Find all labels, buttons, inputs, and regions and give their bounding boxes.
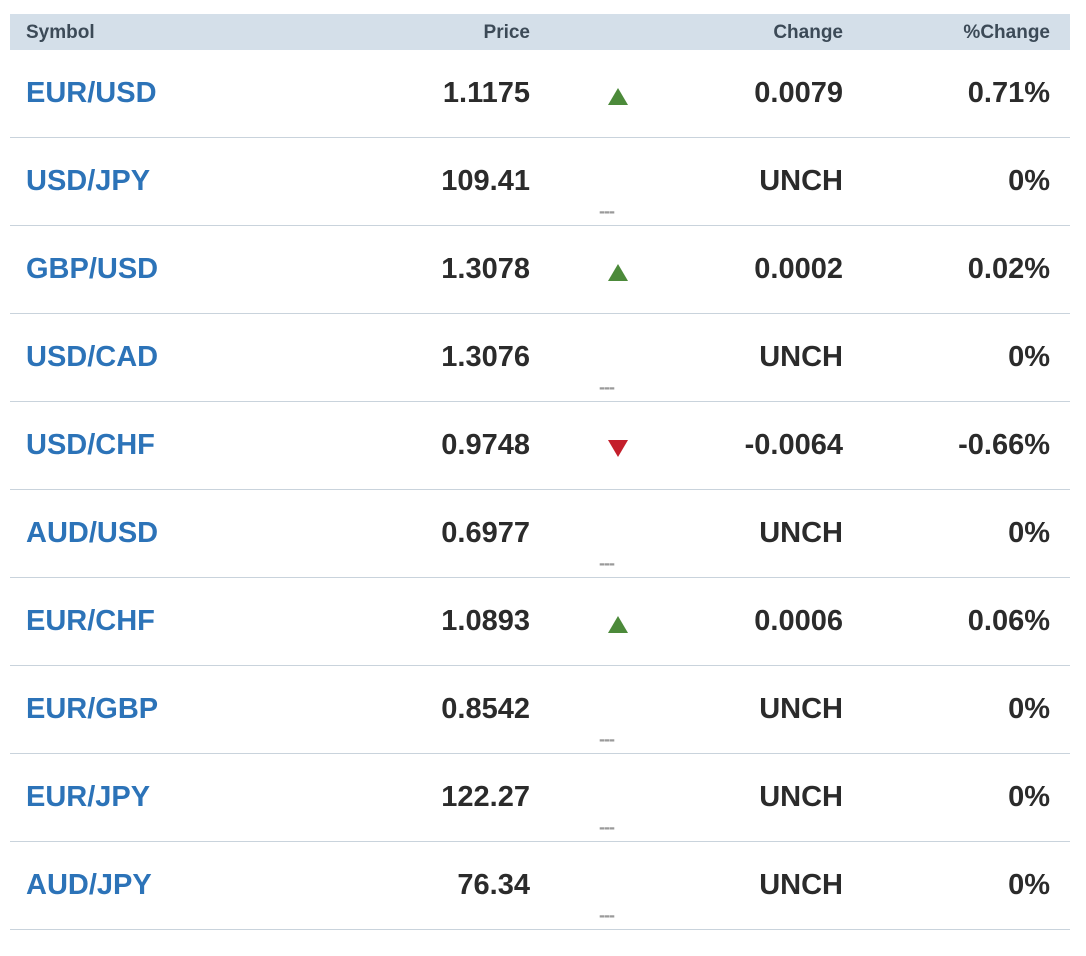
triangle-down-icon (608, 440, 628, 457)
change-direction-indicator (596, 50, 640, 137)
table-row: USD/JPY 109.41 --- UNCH 0% (10, 138, 1070, 226)
pct-change-value: 0.71% (967, 77, 1050, 109)
price-value: 109.41 (441, 165, 530, 197)
pct-change-value: -0.66% (958, 429, 1050, 461)
table-row: EUR/JPY 122.27 --- UNCH 0% (10, 754, 1070, 842)
header-change[interactable]: Change (640, 14, 843, 50)
symbol-link[interactable]: EUR/JPY (26, 754, 326, 841)
unchanged-dash-icon: --- (599, 729, 615, 749)
price-value: 1.0893 (441, 605, 530, 637)
price-value: 0.8542 (441, 693, 530, 725)
price-value: 1.1175 (442, 77, 530, 109)
pct-change-value: 0% (1008, 341, 1050, 373)
header-pct-change[interactable]: %Change (850, 14, 1050, 50)
change-value: UNCH (759, 517, 843, 549)
price-value: 1.3078 (441, 253, 530, 285)
symbol-link[interactable]: EUR/USD (26, 50, 326, 137)
price-value: 1.3076 (441, 341, 530, 373)
change-direction-indicator: --- (596, 138, 640, 225)
table-header-row: Symbol Price Change %Change (10, 14, 1070, 50)
unchanged-dash-icon: --- (599, 817, 615, 837)
table-body: EUR/USD 1.1175 0.0079 0.71% USD/JPY 109.41 ---… (10, 50, 1070, 930)
change-value: UNCH (759, 869, 843, 901)
symbol-link[interactable]: GBP/USD (26, 226, 326, 313)
table-row: USD/CAD 1.3076 --- UNCH 0% (10, 314, 1070, 402)
symbol-link[interactable]: USD/CAD (26, 314, 326, 401)
change-value: 0.0006 (754, 605, 843, 637)
change-direction-indicator: --- (596, 314, 640, 401)
change-value: -0.0064 (744, 429, 843, 461)
triangle-up-icon (608, 88, 628, 105)
table-row: AUD/USD 0.6977 --- UNCH 0% (10, 490, 1070, 578)
change-direction-indicator: --- (596, 490, 640, 577)
unchanged-dash-icon: --- (599, 201, 615, 221)
pct-change-value: 0% (1008, 693, 1050, 725)
change-value: UNCH (759, 165, 843, 197)
price-value: 76.34 (457, 869, 530, 901)
price-value: 0.9748 (441, 429, 530, 461)
symbol-link[interactable]: USD/CHF (26, 402, 326, 489)
change-direction-indicator: --- (596, 842, 640, 929)
pct-change-value: 0.06% (967, 605, 1050, 637)
change-direction-indicator: --- (596, 666, 640, 753)
table-row: EUR/GBP 0.8542 --- UNCH 0% (10, 666, 1070, 754)
change-value: 0.0002 (754, 253, 843, 285)
table-row: EUR/USD 1.1175 0.0079 0.71% (10, 50, 1070, 138)
pct-change-value: 0.02% (967, 253, 1050, 285)
symbol-link[interactable]: EUR/GBP (26, 666, 326, 753)
pct-change-value: 0% (1008, 869, 1050, 901)
symbol-link[interactable]: EUR/CHF (26, 578, 326, 665)
table-row: USD/CHF 0.9748 -0.0064 -0.66% (10, 402, 1070, 490)
pct-change-value: 0% (1008, 517, 1050, 549)
change-value: 0.0079 (754, 77, 843, 109)
pct-change-value: 0% (1008, 165, 1050, 197)
symbol-link[interactable]: USD/JPY (26, 138, 326, 225)
change-direction-indicator (596, 578, 640, 665)
triangle-up-icon (608, 264, 628, 281)
header-price[interactable]: Price (330, 14, 530, 50)
change-value: UNCH (759, 341, 843, 373)
table-row: EUR/CHF 1.0893 0.0006 0.06% (10, 578, 1070, 666)
table-row: AUD/JPY 76.34 --- UNCH 0% (10, 842, 1070, 930)
change-direction-indicator (596, 226, 640, 313)
change-direction-indicator: --- (596, 754, 640, 841)
price-value: 122.27 (441, 781, 530, 813)
change-value: UNCH (759, 781, 843, 813)
triangle-up-icon (608, 616, 628, 633)
table-row: GBP/USD 1.3078 0.0002 0.02% (10, 226, 1070, 314)
unchanged-dash-icon: --- (599, 553, 615, 573)
price-value: 0.6977 (441, 517, 530, 549)
header-symbol[interactable]: Symbol (26, 14, 326, 50)
unchanged-dash-icon: --- (599, 905, 615, 925)
pct-change-value: 0% (1008, 781, 1050, 813)
change-direction-indicator (596, 402, 640, 489)
unchanged-dash-icon: --- (599, 377, 615, 397)
symbol-link[interactable]: AUD/USD (26, 490, 326, 577)
symbol-link[interactable]: AUD/JPY (26, 842, 326, 929)
forex-quote-table: Symbol Price Change %Change EUR/USD 1.117… (10, 14, 1070, 930)
change-value: UNCH (759, 693, 843, 725)
